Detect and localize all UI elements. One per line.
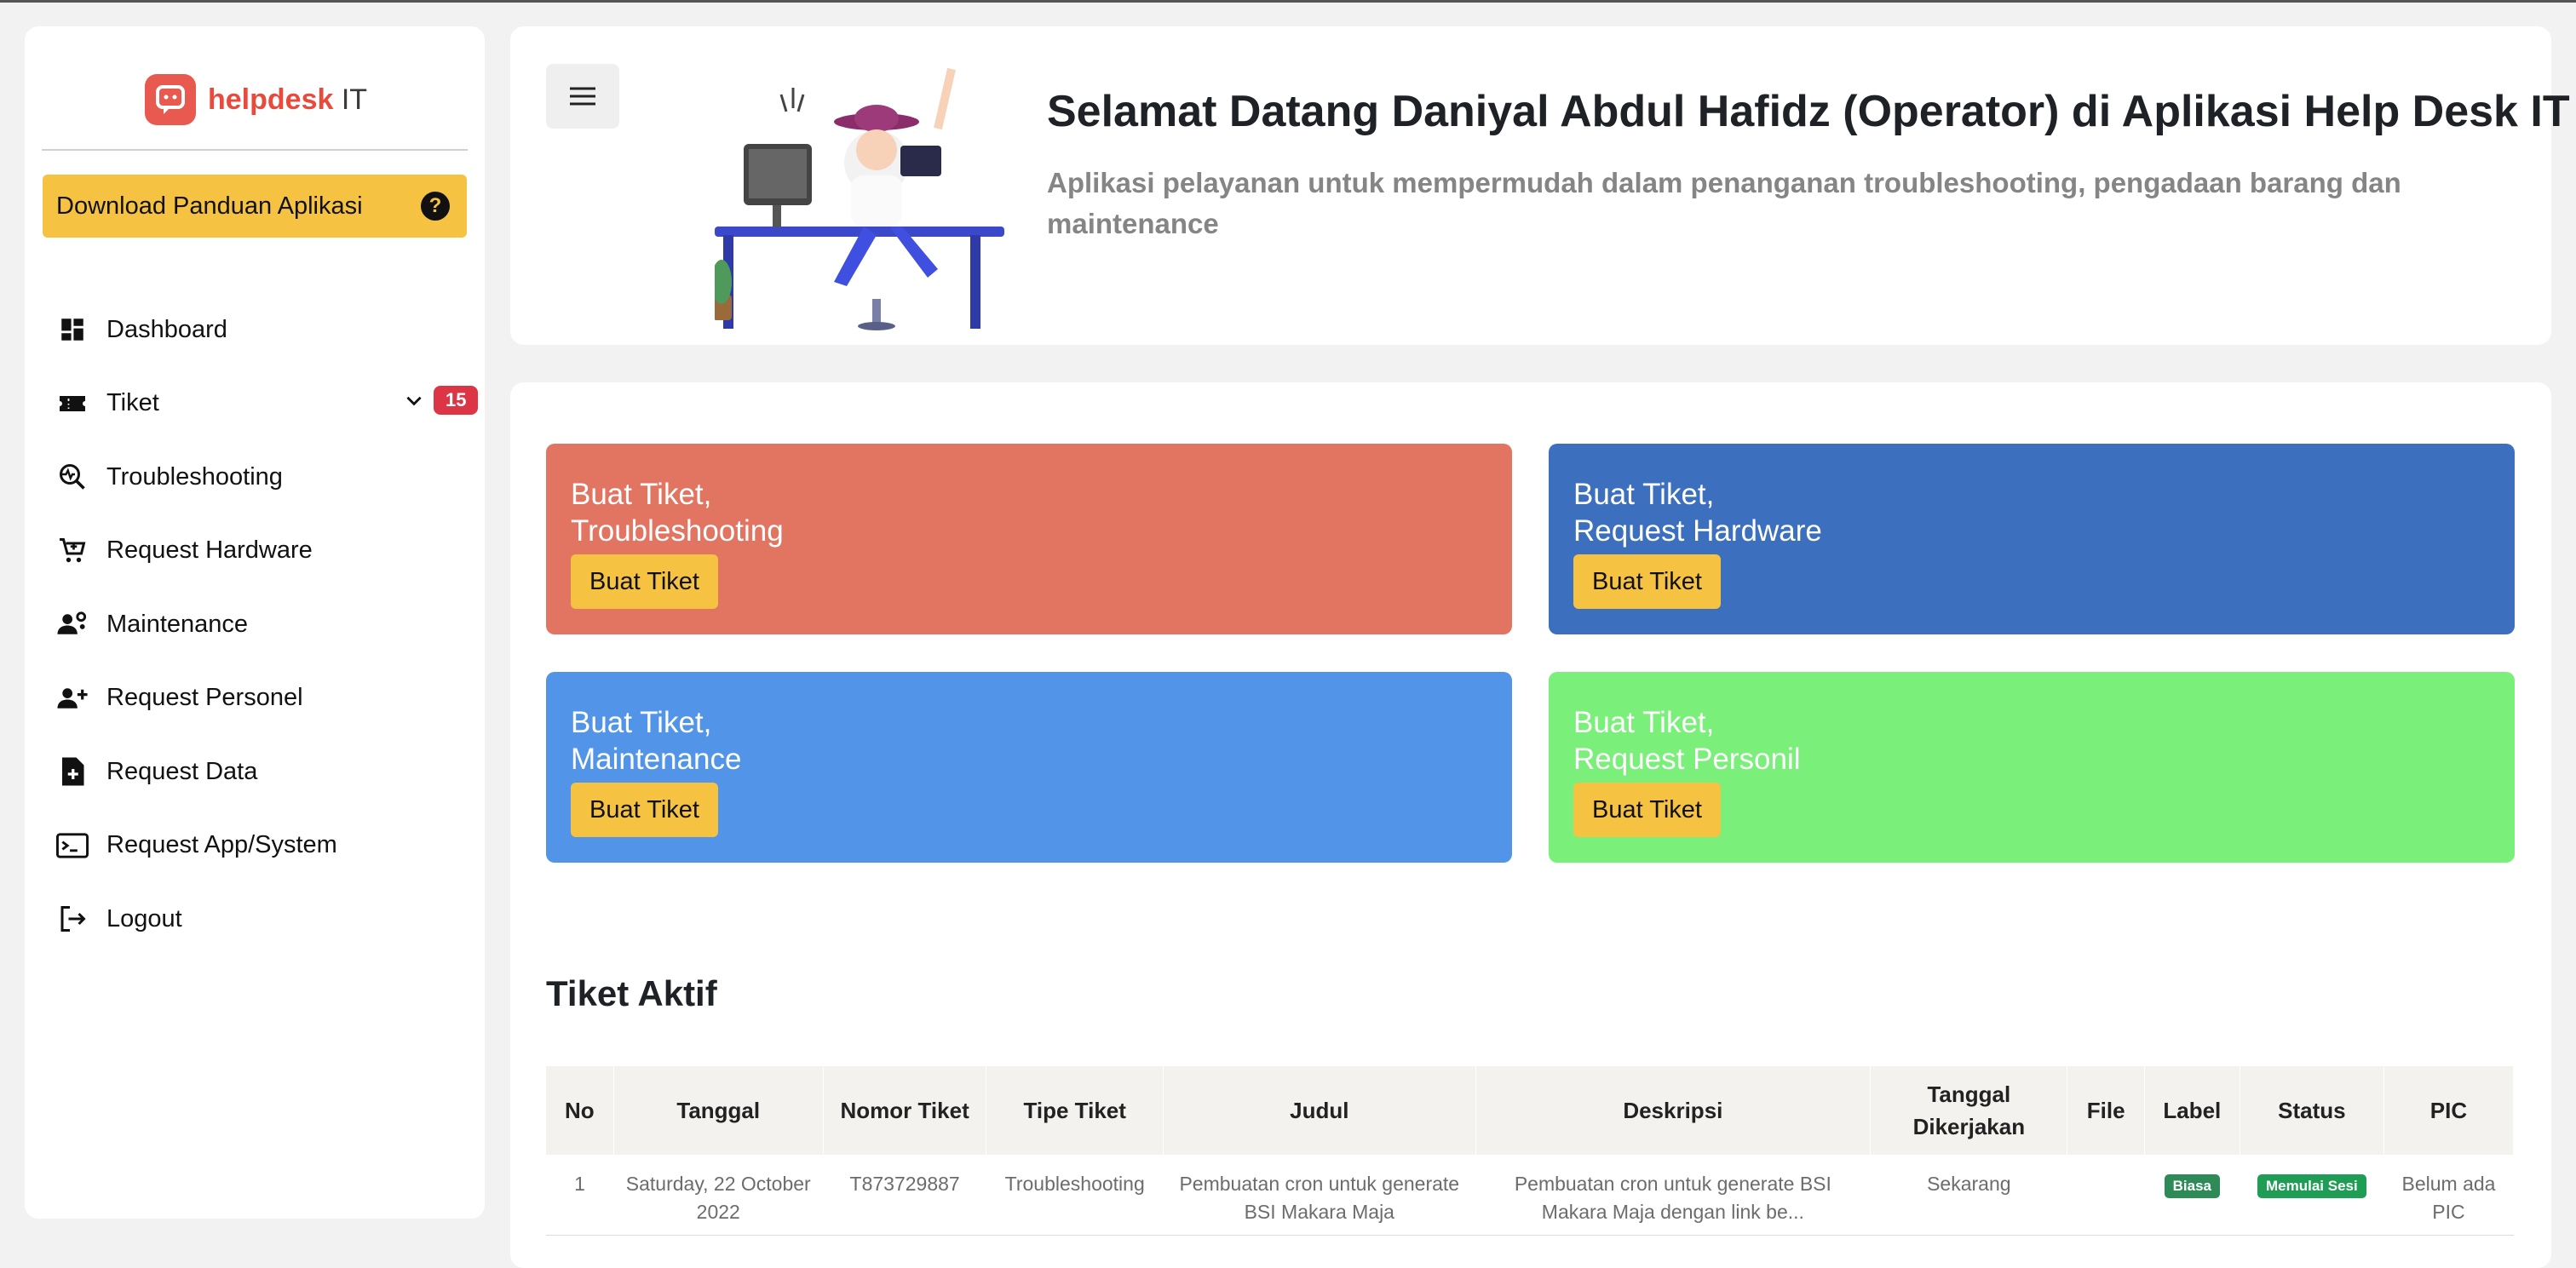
dashboard-icon <box>55 313 89 347</box>
main-content: Buat Tiket, Troubleshooting Buat Tiket Bu… <box>510 382 2551 1268</box>
window-top-border <box>0 0 2576 3</box>
logout-icon <box>55 902 89 936</box>
sidebar-item-label: Troubleshooting <box>106 462 283 491</box>
cell-no: 1 <box>546 1155 614 1236</box>
column-header[interactable]: Tanggal Dikerjakan <box>1870 1066 2068 1155</box>
ticket-icon <box>55 387 89 421</box>
sidebar-item-maintenance[interactable]: Maintenance <box>55 588 473 662</box>
sidebar-item-troubleshooting[interactable]: Troubleshooting <box>55 440 473 514</box>
cart-add-icon <box>55 534 89 568</box>
page-subtitle: Aplikasi pelayanan untuk mempermudah dal… <box>1047 167 2401 239</box>
brand-suffix: IT <box>341 83 368 116</box>
brand-name: helpdesk IT <box>208 83 368 116</box>
question-circle-icon: ? <box>421 192 450 221</box>
create-ticket-button[interactable]: Buat Tiket <box>571 554 718 609</box>
sidebar: helpdesk IT Download Panduan Aplikasi ? … <box>25 26 485 1219</box>
sidebar-item-request-app-system[interactable]: Request App/System <box>55 809 473 883</box>
cell-nomor-tiket: T873729887 <box>823 1155 986 1236</box>
sidebar-item-dashboard[interactable]: Dashboard <box>55 293 473 367</box>
sidebar-item-label: Maintenance <box>106 610 249 638</box>
cell-status: Memulai Sesi <box>2240 1155 2384 1236</box>
sidebar-nav: Dashboard Tiket 15 Troubleshooting Reque… <box>55 293 479 956</box>
column-header[interactable]: Status <box>2240 1066 2384 1155</box>
card-title: Buat Tiket, Request Hardware <box>1573 478 1822 548</box>
sidebar-item-label: Request App/System <box>106 831 337 859</box>
cell-pic: Belum ada PIC <box>2383 1155 2514 1236</box>
sidebar-item-label: Dashboard <box>106 315 227 343</box>
ticket-count-badge: 15 <box>434 385 479 415</box>
column-header[interactable]: Judul <box>1163 1066 1476 1155</box>
card-title: Buat Tiket, Troubleshooting <box>571 478 784 548</box>
sidebar-item-label: Request Personel <box>106 684 303 712</box>
sidebar-item-request-hardware[interactable]: Request Hardware <box>55 514 473 588</box>
download-guide-label: Download Panduan Aplikasi <box>56 192 363 220</box>
active-tickets-heading: Tiket Aktif <box>546 973 717 1013</box>
create-ticket-button[interactable]: Buat Tiket <box>571 783 718 837</box>
user-add-icon <box>55 681 89 715</box>
page-title: Selamat Datang Daniyal Abdul Hafidz (Ope… <box>1047 87 2570 136</box>
card-title: Buat Tiket, Maintenance <box>571 706 742 776</box>
cell-file <box>2067 1155 2145 1236</box>
column-header[interactable]: Deskripsi <box>1475 1066 1872 1155</box>
column-header[interactable]: Nomor Tiket <box>823 1066 987 1155</box>
table-row[interactable]: 1 Saturday, 22 October 2022 T873729887 T… <box>546 1155 2514 1236</box>
column-header[interactable]: No <box>546 1066 614 1155</box>
sidebar-item-request-personel[interactable]: Request Personel <box>55 662 473 736</box>
cell-label: Biasa <box>2144 1155 2240 1236</box>
sidebar-item-request-data[interactable]: Request Data <box>55 735 473 809</box>
column-header[interactable]: File <box>2067 1066 2145 1155</box>
magnify-pulse-icon <box>55 460 89 494</box>
hamburger-menu-icon[interactable] <box>546 64 619 129</box>
file-add-icon <box>55 754 89 789</box>
download-guide-button[interactable]: Download Panduan Aplikasi ? <box>43 175 467 238</box>
column-header[interactable]: PIC <box>2383 1066 2515 1155</box>
cell-tipe-tiket: Troubleshooting <box>986 1155 1164 1236</box>
divider <box>42 149 468 151</box>
sidebar-item-label: Tiket <box>106 389 159 417</box>
sidebar-item-tiket[interactable]: Tiket 15 <box>55 367 479 441</box>
status-badge: Memulai Sesi <box>2257 1174 2366 1198</box>
create-ticket-button[interactable]: Buat Tiket <box>1573 554 1721 609</box>
chat-bubble-logo-icon <box>145 74 196 125</box>
cell-tanggal-dikerjakan: Sekarang <box>1870 1155 2067 1236</box>
active-tickets-table: No Tanggal Nomor Tiket Tipe Tiket Judul … <box>546 1066 2515 1236</box>
sidebar-item-label: Logout <box>106 904 182 932</box>
sidebar-item-logout[interactable]: Logout <box>55 882 473 956</box>
create-ticket-button[interactable]: Buat Tiket <box>1573 783 1721 837</box>
brand[interactable]: helpdesk IT <box>145 73 367 126</box>
table-header-row: No Tanggal Nomor Tiket Tipe Tiket Judul … <box>546 1066 2515 1155</box>
create-ticket-card-request-personil: Buat Tiket, Request Personil Buat Tiket <box>1549 672 2515 863</box>
create-ticket-card-request-hardware: Buat Tiket, Request Hardware Buat Tiket <box>1549 444 2515 634</box>
cell-tanggal: Saturday, 22 October 2022 <box>613 1155 824 1236</box>
welcome-header: Selamat Datang Daniyal Abdul Hafidz (Ope… <box>510 26 2570 345</box>
sidebar-item-label: Request Data <box>106 757 258 785</box>
sidebar-item-label: Request Hardware <box>106 536 313 565</box>
create-ticket-card-maintenance: Buat Tiket, Maintenance Buat Tiket <box>546 672 1512 863</box>
card-title: Buat Tiket, Request Personil <box>1573 706 1801 776</box>
chevron-down-icon[interactable] <box>403 389 425 416</box>
cell-deskripsi: Pembuatan cron untuk generate BSI Makara… <box>1475 1155 1871 1236</box>
cell-judul: Pembuatan cron untuk generate BSI Makara… <box>1163 1155 1476 1236</box>
create-ticket-card-troubleshooting: Buat Tiket, Troubleshooting Buat Tiket <box>546 444 1512 634</box>
user-gear-icon <box>55 607 89 641</box>
column-header[interactable]: Tanggal <box>613 1066 824 1155</box>
terminal-icon <box>55 829 89 863</box>
operator-illustration <box>711 60 1013 341</box>
label-badge: Biasa <box>2164 1174 2220 1198</box>
column-header[interactable]: Tipe Tiket <box>986 1066 1164 1155</box>
column-header[interactable]: Label <box>2144 1066 2240 1155</box>
